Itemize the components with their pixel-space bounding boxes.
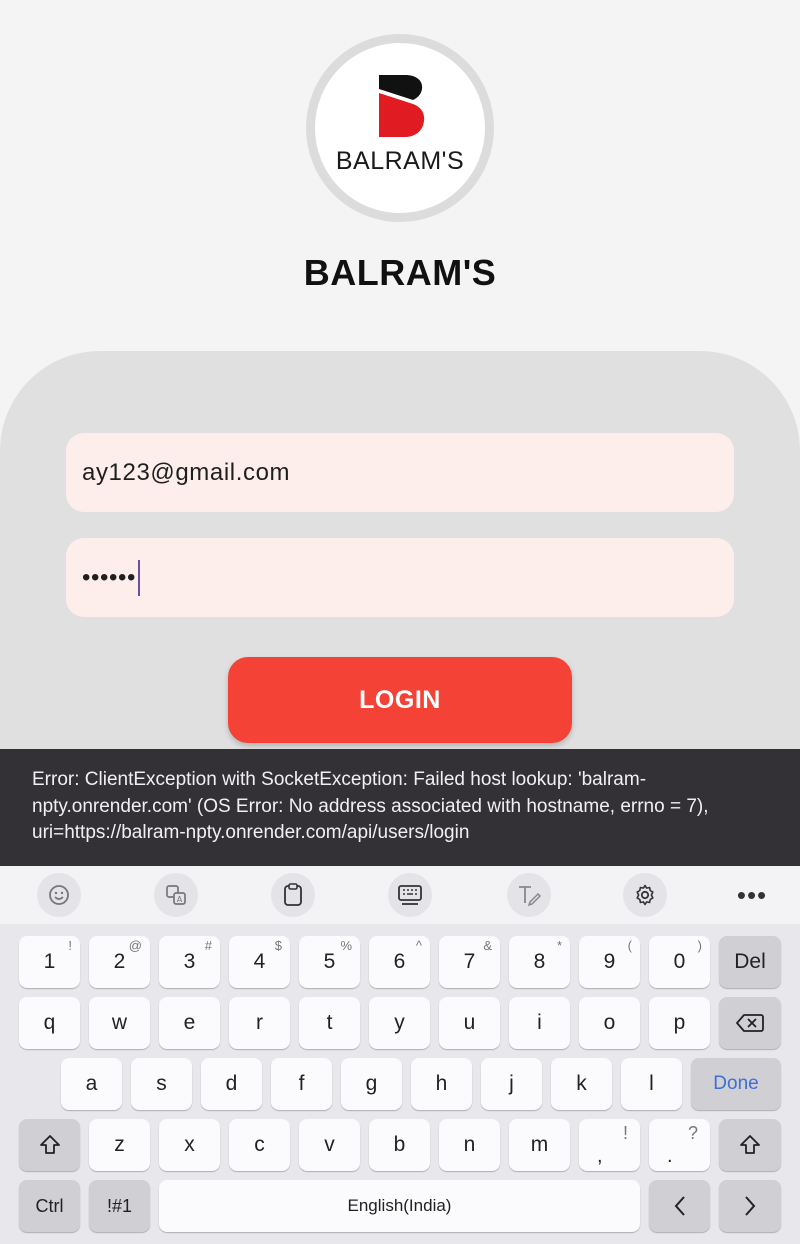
more-options-icon[interactable]: ••• [730,876,774,914]
key-v[interactable]: v [299,1119,360,1171]
login-button[interactable]: LOGIN [228,657,572,743]
shift-icon [39,1135,60,1154]
key-t[interactable]: t [299,997,360,1049]
key-w[interactable]: w [89,997,150,1049]
symbols-key[interactable]: !#1 [89,1180,150,1232]
key-y[interactable]: y [369,997,430,1049]
key-i[interactable]: i [509,997,570,1049]
backspace-icon [736,1014,764,1032]
keyboard-icon[interactable] [388,873,432,917]
email-field[interactable]: ay123@gmail.com [66,433,734,512]
error-snackbar: Error: ClientException with SocketExcept… [0,749,800,866]
key-c[interactable]: c [229,1119,290,1171]
ctrl-key[interactable]: Ctrl [19,1180,80,1232]
key-comma[interactable]: !, [579,1119,640,1171]
shift-key-right[interactable] [719,1119,781,1171]
key-o[interactable]: o [579,997,640,1049]
chevron-right-icon [745,1196,756,1216]
email-value: ay123@gmail.com [82,458,291,486]
cursor-left-key[interactable] [649,1180,710,1232]
key-n[interactable]: n [439,1119,500,1171]
key-u[interactable]: u [439,997,500,1049]
delete-key[interactable]: Del [719,936,781,988]
key-8[interactable]: * 8 [509,936,570,988]
translate-icon[interactable]: A [154,873,198,917]
backspace-key[interactable] [719,997,781,1049]
key-z[interactable]: z [89,1119,150,1171]
key-7[interactable]: & 7 [439,936,500,988]
shift-icon [740,1135,760,1154]
svg-text:A: A [177,895,183,904]
key-m[interactable]: m [509,1119,570,1171]
chevron-left-icon [674,1196,685,1216]
key-e[interactable]: e [159,997,220,1049]
key-2[interactable]: @2 [89,936,150,988]
key-h[interactable]: h [411,1058,472,1110]
error-message: Error: ClientException with SocketExcept… [32,769,709,843]
key-6[interactable]: ^ 6 [369,936,430,988]
key-1[interactable]: ! 1 [19,936,80,988]
soft-keyboard: ! 1 @2 #3 $4 % 5 ^ 6 & 7 * 8 (9 ) 0 Del q w e … [0,924,800,1244]
cursor-right-key[interactable] [719,1180,781,1232]
key-q[interactable]: q [19,997,80,1049]
logo-text: BALRAM'S [335,147,465,175]
password-field[interactable]: •••••• [66,538,734,617]
key-5[interactable]: % 5 [299,936,360,988]
key-9[interactable]: (9 [579,936,640,988]
key-l[interactable]: l [621,1058,682,1110]
key-period[interactable]: ?. [649,1119,710,1171]
app-title: BALRAM'S [303,252,497,293]
key-4[interactable]: $4 [229,936,290,988]
space-bar[interactable]: English(India) [159,1180,640,1232]
password-value: •••••• [82,563,137,591]
keyboard-toolbar: A ••• [0,866,800,924]
shift-key-left[interactable] [19,1119,80,1171]
handwriting-icon[interactable] [507,873,551,917]
key-f[interactable]: f [271,1058,332,1110]
key-g[interactable]: g [341,1058,402,1110]
key-s[interactable]: s [131,1058,192,1110]
logo: BALRAM'S [306,34,494,222]
key-r[interactable]: r [229,997,290,1049]
key-0[interactable]: ) 0 [649,936,710,988]
gear-icon[interactable] [623,873,667,917]
key-p[interactable]: p [649,997,710,1049]
done-key[interactable]: Done [691,1058,781,1110]
key-k[interactable]: k [551,1058,612,1110]
key-j[interactable]: j [481,1058,542,1110]
key-d[interactable]: d [201,1058,262,1110]
emoji-icon[interactable] [37,873,81,917]
key-b[interactable]: b [369,1119,430,1171]
key-a[interactable]: a [61,1058,122,1110]
balram-logo-mark [379,75,425,137]
key-3[interactable]: #3 [159,936,220,988]
clipboard-icon[interactable] [271,873,315,917]
key-x[interactable]: x [159,1119,220,1171]
text-cursor [138,559,141,596]
